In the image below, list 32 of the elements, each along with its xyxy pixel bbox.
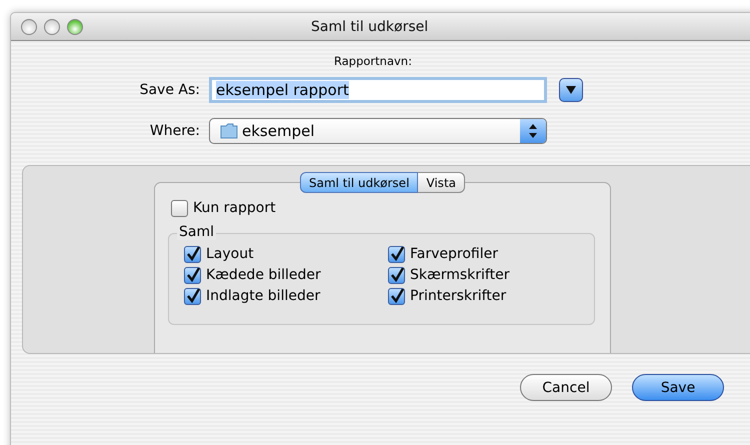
folder-icon bbox=[220, 123, 238, 139]
where-popup[interactable]: eksempel bbox=[209, 118, 547, 144]
checkbox-label: Indlagte billeder bbox=[206, 288, 320, 304]
save-as-label: Save As: bbox=[138, 82, 201, 98]
checkbox[interactable] bbox=[388, 246, 405, 262]
checkbox[interactable] bbox=[388, 288, 405, 304]
save-as-field[interactable]: eksempel rapport bbox=[209, 77, 547, 103]
checkbox-label: Kædede billeder bbox=[206, 267, 321, 283]
caret-icon bbox=[566, 86, 576, 94]
expand-button[interactable] bbox=[559, 78, 583, 102]
checkbox-label: Layout bbox=[206, 246, 254, 262]
checkbox-label: Skærmskrifter bbox=[410, 267, 510, 283]
checkbox-label: Farveprofiler bbox=[410, 246, 498, 262]
tab[interactable]: Saml til udkørsel bbox=[300, 172, 418, 193]
where-label: Where: bbox=[148, 123, 201, 139]
checkbox[interactable] bbox=[171, 200, 188, 216]
checkbox-label: Kun rapport bbox=[193, 200, 276, 216]
cancel-button[interactable]: Cancel bbox=[520, 374, 612, 401]
save-button[interactable]: Save bbox=[632, 374, 724, 401]
checkbox[interactable] bbox=[388, 266, 405, 284]
tab[interactable]: Vista bbox=[418, 172, 465, 193]
window-control-button[interactable] bbox=[67, 18, 83, 34]
checkbox[interactable] bbox=[184, 266, 201, 284]
group-title: Saml bbox=[177, 224, 216, 240]
report-name-heading: Rapportnavn: bbox=[334, 54, 413, 68]
checkbox-label: Printerskrifter bbox=[410, 288, 506, 304]
stepper-arrows-icon bbox=[520, 119, 546, 143]
window-control-button[interactable] bbox=[21, 18, 37, 34]
checkbox[interactable] bbox=[184, 288, 201, 304]
checkbox[interactable] bbox=[184, 246, 201, 262]
window-control-button[interactable] bbox=[44, 18, 60, 34]
window-title: Saml til udkørsel bbox=[311, 18, 428, 34]
